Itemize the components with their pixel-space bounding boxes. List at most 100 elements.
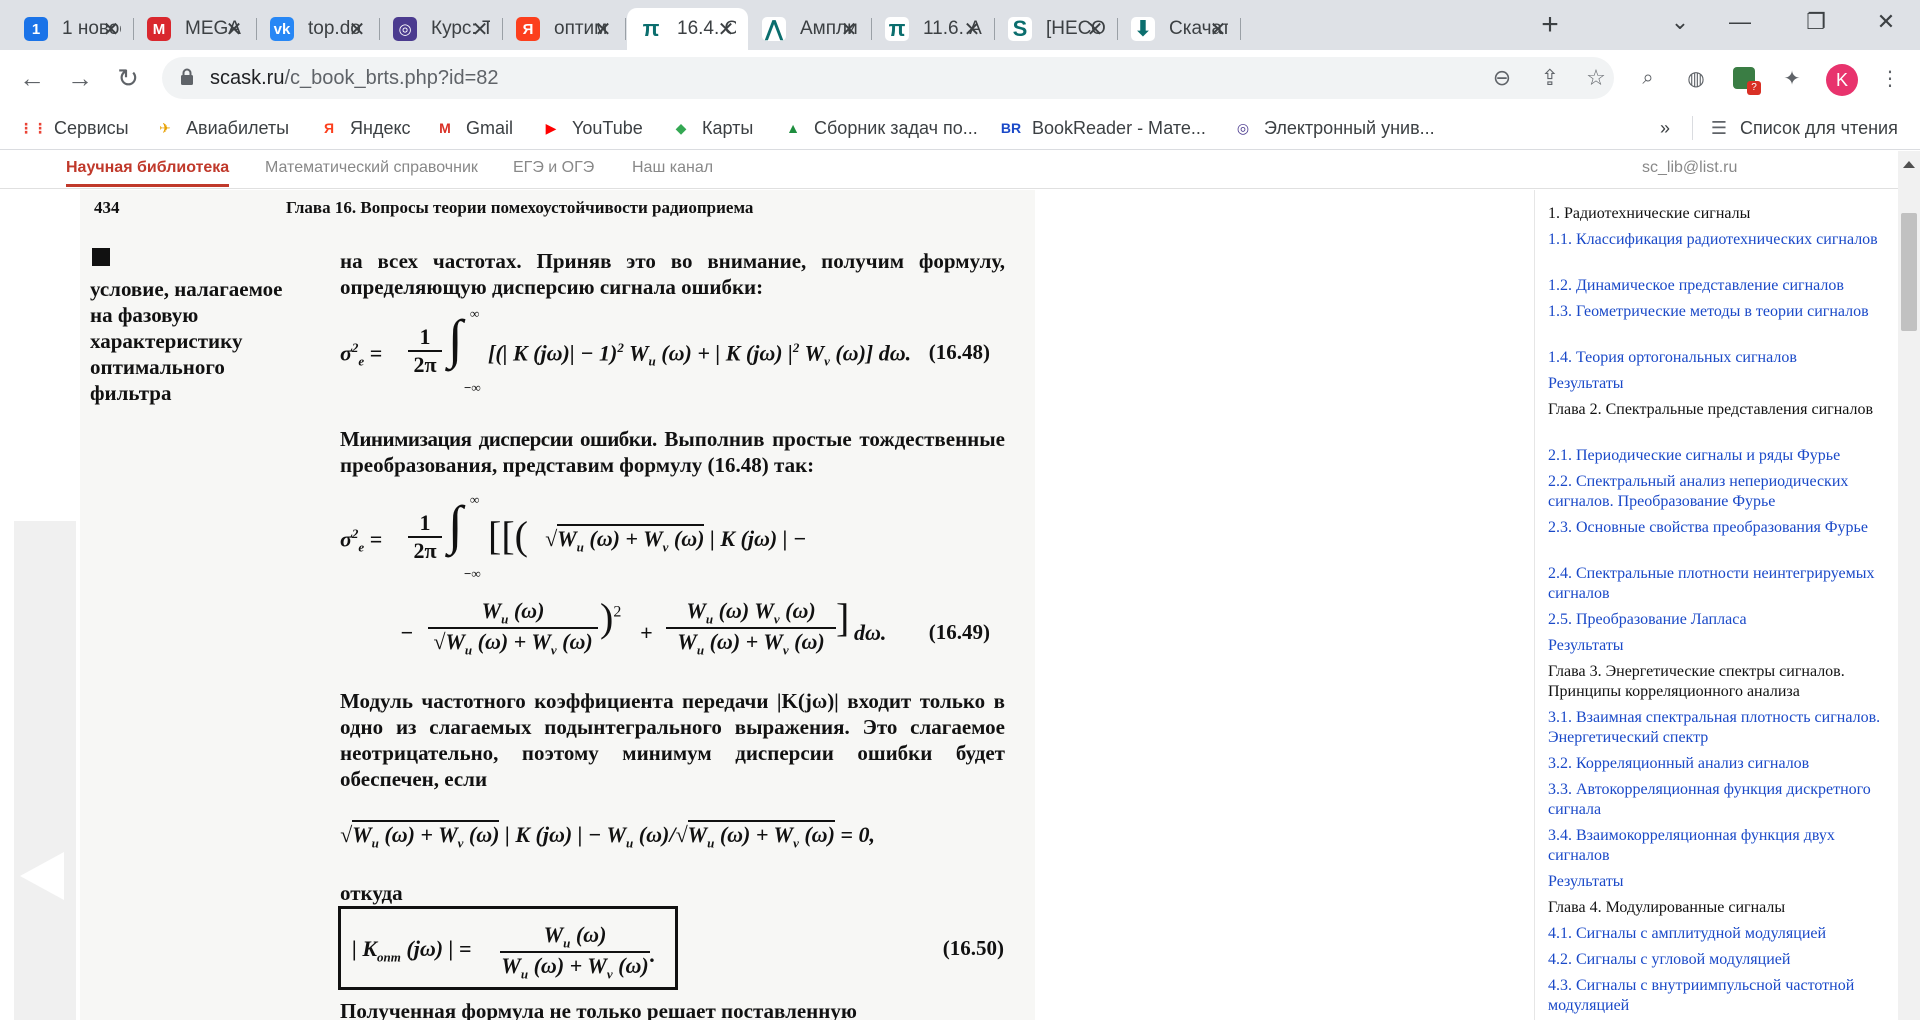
toc-section-link[interactable]: 1.4. Теория ортогональных сигналов [1548, 348, 1888, 368]
forward-button[interactable]: → [62, 60, 98, 96]
tab-6[interactable]: ⋀ Ампли ✕ [750, 8, 872, 50]
tab-favicon-icon: ⋀ [762, 16, 786, 41]
tab-close-icon[interactable]: ✕ [345, 17, 369, 41]
university-icon: ◎ [1236, 119, 1250, 136]
contact-email[interactable]: sc_lib@list.ru [1642, 159, 1737, 177]
tab-9[interactable]: ⬇ Скачат ✕ [1119, 8, 1241, 50]
extensions-puzzle-icon[interactable]: ✦ [1778, 64, 1806, 92]
toc-section-link[interactable]: 3.4. Взаимокорреляционная функция двух с… [1548, 826, 1888, 866]
bookmark-1[interactable]: ✈ Авиабилеты [154, 114, 289, 142]
book-page-scan: 434 Глава 16. Вопросы теории помехоустой… [80, 190, 1035, 1020]
bookmark-8[interactable]: ◎ Электронный унив... [1232, 114, 1435, 142]
toc-section-link[interactable]: 3.2. Корреляционный анализ сигналов [1548, 754, 1888, 774]
bookmark-7[interactable]: BR BookReader - Мате... [1000, 114, 1206, 142]
bookmark-3[interactable]: M Gmail [434, 114, 513, 142]
globe-extension-icon[interactable]: ◍ [1682, 64, 1710, 92]
bookmark-label: BookReader - Мате... [1032, 117, 1206, 138]
window-close-button[interactable]: ✕ [1866, 6, 1906, 38]
paragraph-2: Минимизация дисперсии ошибки. Выполнив п… [340, 426, 1005, 478]
toc-section-link[interactable]: 2.5. Преобразование Лапласа [1548, 610, 1888, 630]
scrollbar-thumb[interactable] [1901, 213, 1917, 331]
bookmarks-overflow-button[interactable]: » [1660, 114, 1670, 142]
toc-chapter-heading: Глава 4. Модулированные сигналы [1548, 899, 1786, 916]
tab-close-icon[interactable]: ✕ [468, 17, 492, 41]
reading-list-button[interactable]: ☰ Список для чтения [1708, 114, 1898, 142]
profile-avatar[interactable]: K [1826, 64, 1858, 96]
tab-4[interactable]: Яоптим ✕ [504, 8, 626, 50]
tab-5[interactable]: π 16.4. О ✕ [627, 8, 748, 50]
toc-section-link[interactable]: 4.1. Сигналы с амплитудной модуляцией [1548, 924, 1888, 944]
tab-8[interactable]: S [НЕСО ✕ [996, 8, 1118, 50]
url-text: scask.ru/c_book_brts.php?id=82 [210, 67, 499, 89]
toc-chapter-heading: Глава 3. Энергетические спектры сигналов… [1548, 663, 1845, 700]
extension-search-icon[interactable]: ⌕ [1634, 64, 1662, 92]
tab-2[interactable]: vk top.do ✕ [258, 8, 380, 50]
toc-section-link[interactable]: 3.3. Автокорреляционная функция дискретн… [1548, 780, 1888, 820]
tab-close-icon[interactable]: ✕ [99, 17, 123, 41]
reload-button[interactable]: ↻ [110, 60, 146, 96]
nav-our-channel[interactable]: Наш канал [632, 159, 713, 177]
share-icon[interactable]: ⇪ [1536, 64, 1564, 92]
minimize-button[interactable]: — [1720, 6, 1760, 38]
bookmark-star-icon[interactable]: ☆ [1582, 64, 1610, 92]
extension-badge-icon[interactable]: ? [1730, 64, 1761, 95]
back-button[interactable]: ← [14, 60, 50, 96]
prev-page-arrow-icon[interactable] [20, 852, 64, 900]
paragraph-3: Модуль частотного коэффициента передачи … [340, 689, 1005, 791]
restore-button[interactable]: ❐ [1796, 6, 1836, 38]
toc-results-link[interactable]: Результаты [1548, 636, 1888, 656]
toc-section-link[interactable]: 2.2. Спектральный анализ непериодических… [1548, 472, 1888, 512]
toc-results-link[interactable]: Результаты [1548, 872, 1888, 892]
lock-icon [181, 68, 193, 85]
toc-section-link[interactable]: 1.3. Геометрические методы в теории сигн… [1548, 302, 1888, 322]
nav-math-reference[interactable]: Математический справочник [265, 159, 478, 177]
tab-separator [133, 18, 134, 40]
nav-exams[interactable]: ЕГЭ и ОГЭ [513, 159, 594, 177]
toc-section-link[interactable]: 1.1. Классификация радиотехнических сигн… [1548, 230, 1888, 250]
tab-close-icon[interactable]: ✕ [837, 17, 861, 41]
nav-science-library[interactable]: Научная библиотека [66, 159, 230, 187]
equation-16-49: σ2e = 1 2π ∫ ∞ −∞ [[( √Wu (ω) + Wv (ω) | … [340, 492, 990, 658]
tab-close-icon[interactable]: ✕ [1083, 17, 1107, 41]
tab-3[interactable]: ◎ Курс: Т ✕ [381, 8, 503, 50]
tab-search-icon[interactable]: ⌄ [1660, 6, 1700, 38]
tab-close-icon[interactable]: ✕ [591, 17, 615, 41]
tab-close-icon[interactable]: ✕ [222, 17, 246, 41]
google-drive-icon: ▲ [786, 120, 800, 136]
tab-0[interactable]: 11 новое✕ [12, 8, 134, 50]
tab-favicon-icon: S [1008, 16, 1032, 41]
tab-close-icon[interactable]: ✕ [714, 17, 738, 41]
tab-7[interactable]: π 11.6. А ✕ [873, 8, 995, 50]
tab-favicon-icon: ⬇ [1131, 16, 1155, 41]
page-scrollbar[interactable] [1898, 151, 1920, 1020]
zoom-icon[interactable]: ⊖ [1488, 64, 1516, 92]
toc-section-link[interactable]: 1.2. Динамическое представление сигналов [1548, 276, 1888, 296]
toc-results-link[interactable]: Результаты [1548, 374, 1888, 394]
tab-1[interactable]: M MEGA ✕ [135, 8, 257, 50]
bookmark-label: Электронный унив... [1264, 117, 1435, 138]
tab-close-icon[interactable]: ✕ [960, 17, 984, 41]
bookmark-label: Авиабилеты [186, 117, 290, 138]
equation-condition: √Wu (ω) + Wv (ω) | K (jω) | − Wu (ω)/√Wu… [340, 820, 875, 851]
address-bar[interactable]: scask.ru/c_book_brts.php?id=82 ⊖ ⇪ ☆ [162, 57, 1614, 99]
toc-section-link[interactable]: 4.2. Сигналы с угловой модуляцией [1548, 950, 1888, 970]
bookmark-label: Карты [702, 117, 754, 138]
bookmark-label: Яндекс [350, 117, 411, 138]
toc-section-link[interactable]: 2.1. Периодические сигналы и ряды Фурье [1548, 446, 1888, 466]
tab-favicon-icon: π [639, 16, 663, 41]
toc-section-link[interactable]: 2.4. Спектральные плотности неинтегрируе… [1548, 564, 1888, 604]
toc-section-link[interactable]: 3.1. Взаимная спектральная плотность сиг… [1548, 708, 1888, 748]
bookmark-0[interactable]: ⋮⋮ Сервисы [19, 114, 129, 142]
tab-close-icon[interactable]: ✕ [1206, 17, 1230, 41]
bookmark-2[interactable]: Я Яндекс [318, 114, 411, 142]
prev-page-area[interactable] [14, 521, 76, 1020]
menu-kebab-icon[interactable]: ⋮ [1876, 64, 1904, 92]
new-tab-button[interactable]: + [1532, 8, 1568, 41]
toc-section-link[interactable]: 2.3. Основные свойства преобразования Фу… [1548, 518, 1888, 538]
bookmark-5[interactable]: ◆ Карты [670, 114, 754, 142]
bookmarks-divider [1692, 116, 1693, 140]
bookmark-4[interactable]: ▶ YouTube [540, 114, 643, 142]
bookmark-6[interactable]: ▲ Сборник задач по... [782, 114, 978, 142]
scroll-up-arrow-icon[interactable] [1903, 161, 1915, 168]
toc-section-link[interactable]: 4.3. Сигналы с внутриимпульсной частотно… [1548, 976, 1888, 1016]
